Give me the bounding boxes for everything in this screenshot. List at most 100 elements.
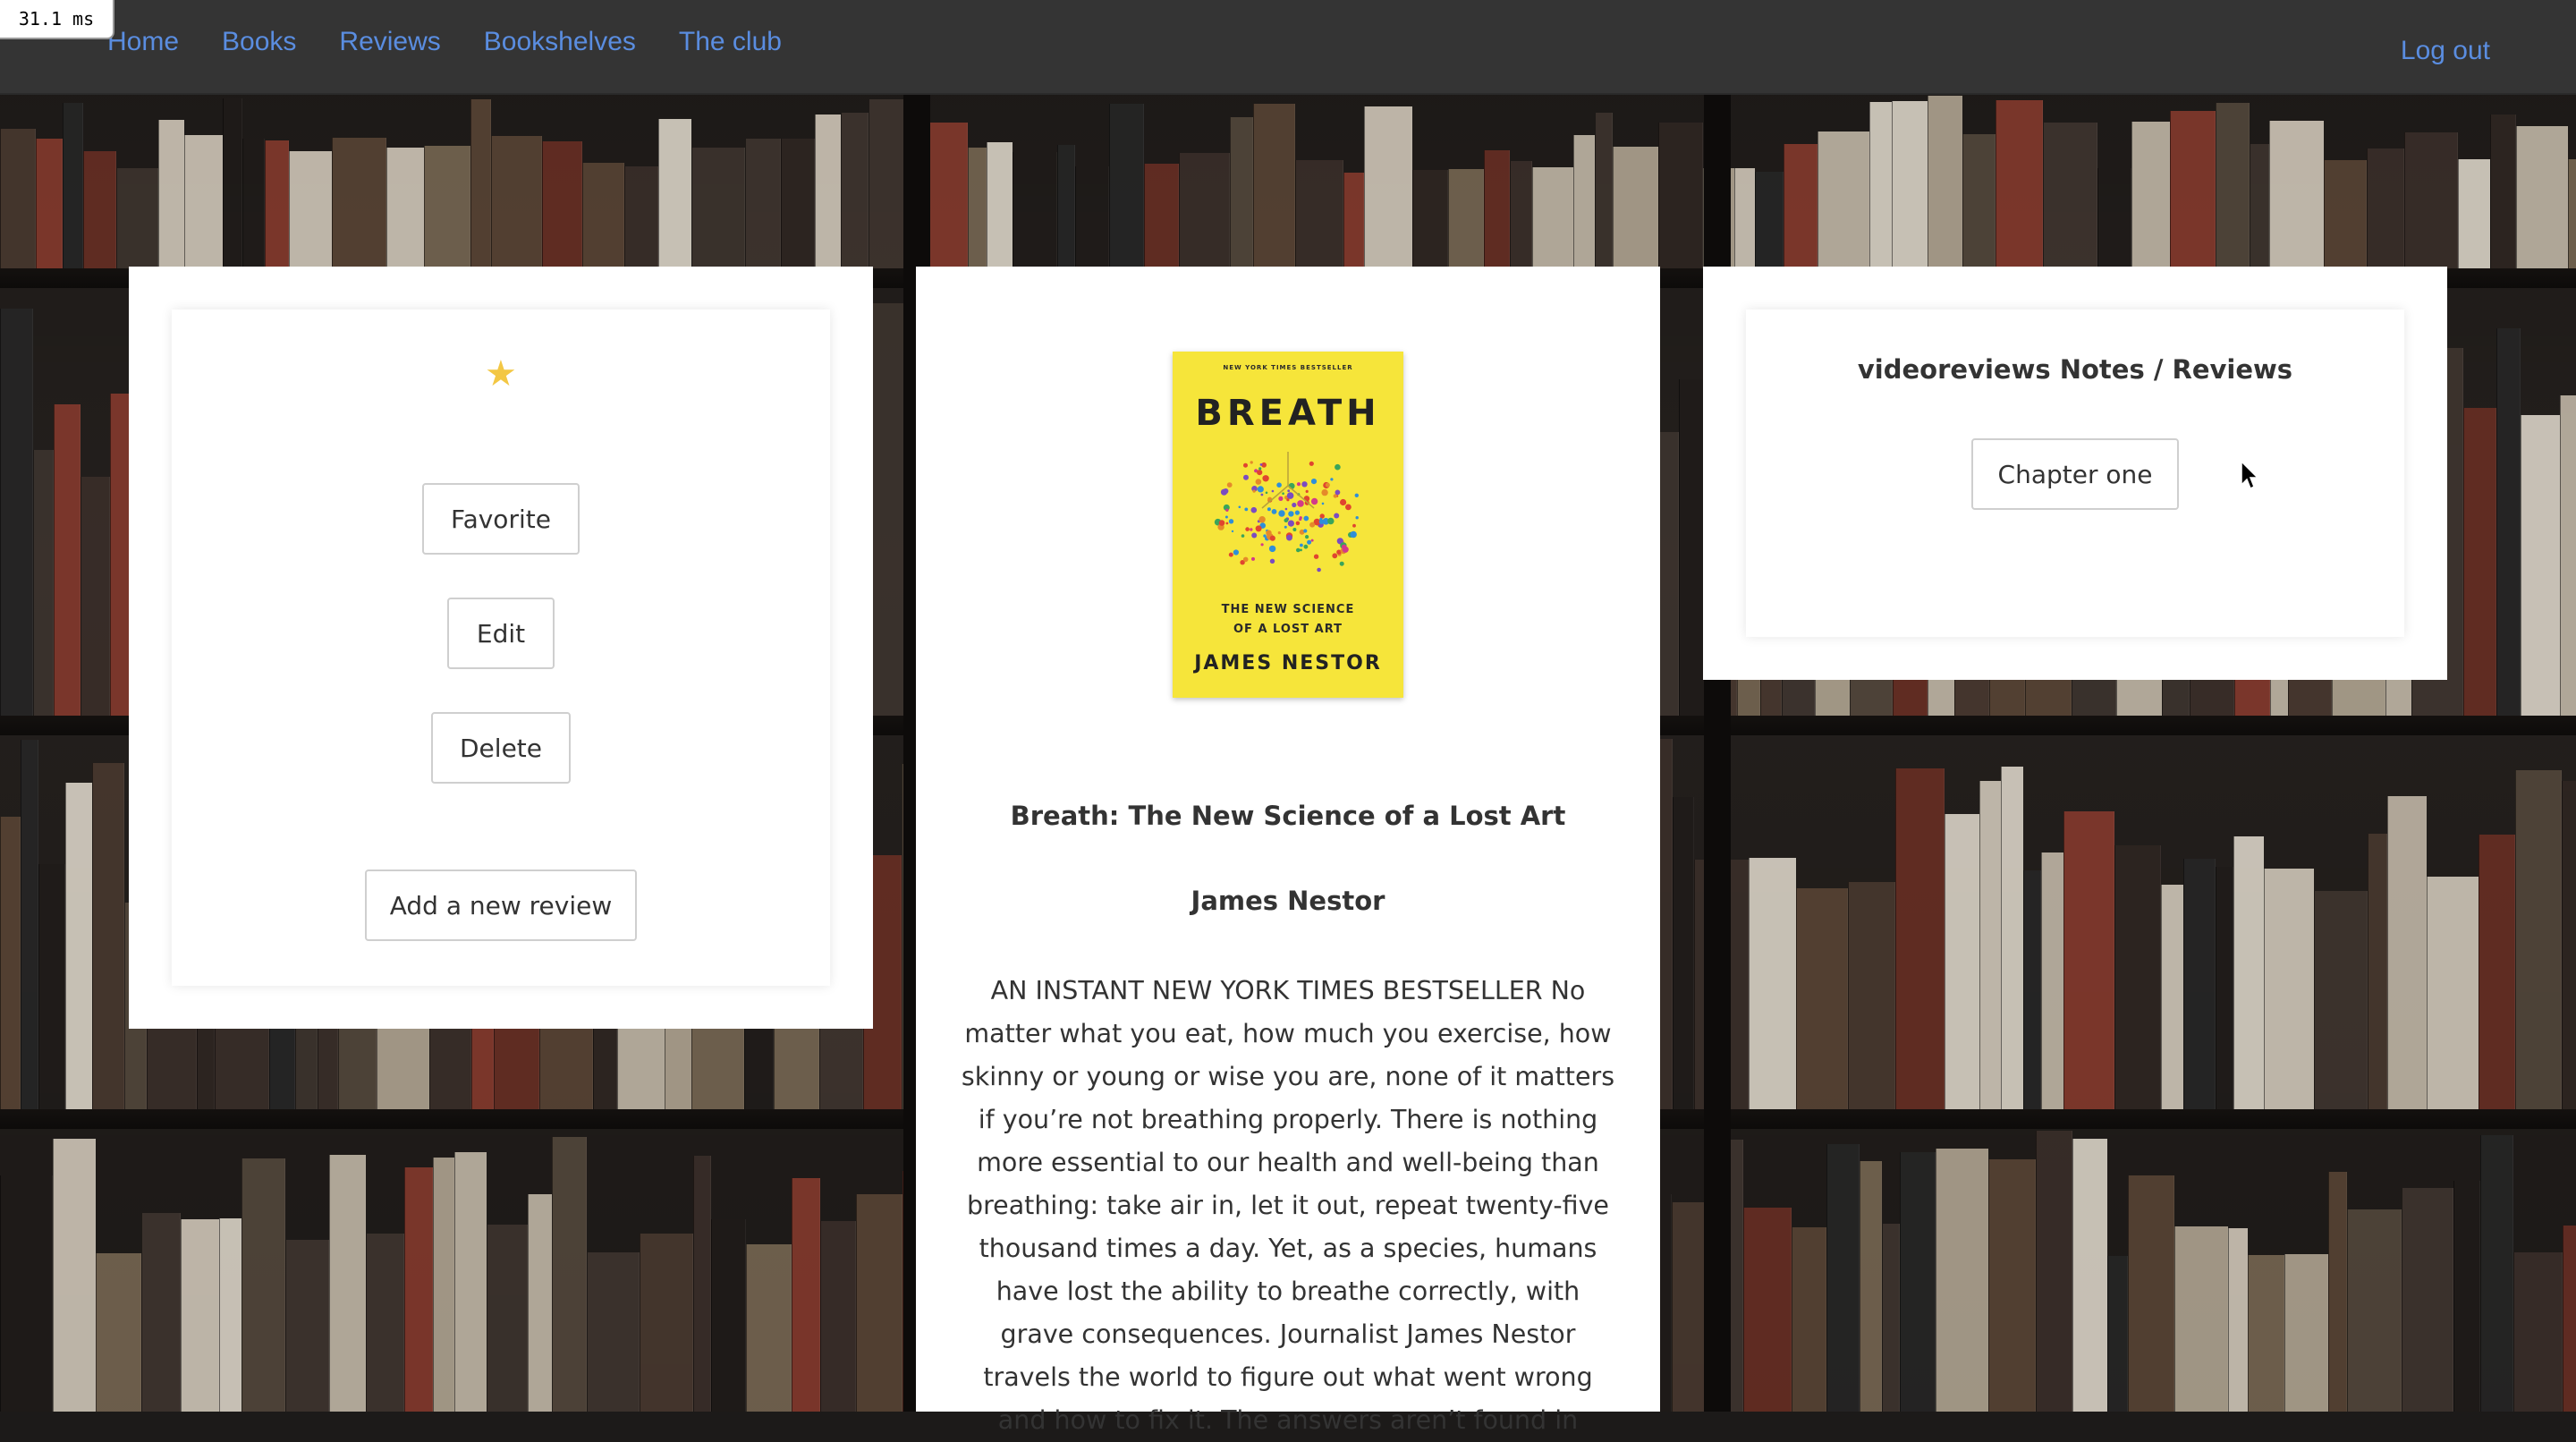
delete-button[interactable]: Delete [431,712,571,784]
book-spine [36,139,63,272]
star-icon[interactable]: ★ [485,356,517,392]
book-spine [1988,1159,2036,1412]
favorite-button[interactable]: Favorite [422,483,580,555]
book-spine [2233,836,2264,1111]
cover-dot [1327,517,1335,525]
book-spine [2496,328,2521,717]
cover-dot [1301,481,1308,488]
book-spine [2387,796,2427,1111]
cover-dot [1303,544,1309,549]
book-spine [2513,1252,2563,1412]
book-spine [781,139,815,272]
book-spine [2107,1256,2128,1412]
cover-dot [1228,552,1233,557]
cover-dot [1339,561,1344,566]
book-spine [1144,164,1179,272]
book-spine [2114,845,2161,1111]
cover-dot [1296,547,1301,553]
cover-dot [1325,482,1330,488]
nav-reviews-link[interactable]: Reviews [339,27,440,57]
cover-dot [1321,488,1328,496]
book-spine [2131,122,2170,272]
cover-subtitle-line: THE NEW SCIENCE [1221,603,1355,616]
actions-card: ★ Favorite Edit Delete Add a new review [172,310,830,986]
book-spine [433,1158,454,1412]
book-spine [1532,167,1573,272]
book-spine [219,1218,242,1412]
mouse-cursor-icon [2241,460,2259,490]
top-navbar: Home Books Reviews Bookshelves The club … [0,0,2576,95]
book-spine [289,151,332,272]
nav-home-link[interactable]: Home [107,27,179,57]
logout-link[interactable]: Log out [2401,36,2490,66]
cover-author: JAMES NESTOR [1194,652,1382,674]
book-spine [582,163,624,272]
edit-button[interactable]: Edit [447,598,555,669]
cover-dot [1244,507,1249,512]
add-review-button[interactable]: Add a new review [365,869,637,941]
book-spine [242,139,265,272]
cover-dot [1267,507,1271,512]
cover-dot [1255,525,1262,532]
book-spine [1659,432,1679,717]
cover-dot [1226,482,1233,488]
cover-dot [1313,554,1319,559]
cover-dot [1319,517,1323,522]
book-spine [2560,395,2576,717]
book-spine [366,1234,404,1412]
main-nav: Home Books Reviews Bookshelves The club [107,27,782,57]
book-spine [2250,144,2269,272]
book-spine [2248,1255,2284,1412]
book-spine [2521,415,2560,717]
book-spine [2228,1228,2248,1412]
book-spine [987,142,1013,272]
cover-dot [1350,530,1357,539]
book-spine [2097,168,2131,272]
book-spine [1364,106,1412,272]
cover-dot [1252,489,1256,493]
book-spine [1448,169,1484,272]
cover-dot [1286,492,1294,499]
book-spine [0,1175,53,1412]
book-spine [1979,781,2001,1111]
book-spine [54,404,80,717]
render-time-badge: 31.1 ms [0,0,114,39]
book-spine [640,1234,693,1412]
cover-dot [1225,508,1229,512]
cover-dot [1250,528,1253,531]
notes-title: videoreviews Notes / Reviews [1857,354,2293,385]
cover-dot [1303,529,1308,533]
cover-dot [1287,520,1294,527]
book-spine [2562,781,2576,1111]
book-spine [53,1139,96,1412]
book-spine [1673,797,1694,1111]
book-spine [80,477,110,717]
book-spine [332,138,386,272]
nav-books-link[interactable]: Books [222,27,296,57]
nav-bookshelves-link[interactable]: Bookshelves [484,27,636,57]
book-spine [2174,1226,2228,1412]
book-spine [1613,147,1658,272]
note-chapter-button[interactable]: Chapter one [1971,438,2179,510]
book-spine [1755,172,1784,272]
cover-dot [1225,522,1229,525]
nav-club-link[interactable]: The club [679,27,782,57]
cover-dot [1305,489,1309,493]
cover-dot [1354,493,1359,497]
book-spine [1996,100,2043,272]
book-spine [65,783,92,1111]
book-spine [1928,96,1962,272]
book-spine [1792,1227,1826,1412]
book-spine [21,740,38,1111]
cover-dot [1288,511,1294,517]
book-spine [1658,123,1703,272]
book-spine [0,309,33,717]
book-spine [624,166,658,272]
book-spine [2479,835,2515,1111]
book-spine [424,146,470,272]
book-spine [1343,173,1364,272]
cover-dot [1317,567,1321,573]
book-spine [2043,123,2097,272]
book-spine [1510,161,1532,272]
cover-dot [1300,543,1303,547]
